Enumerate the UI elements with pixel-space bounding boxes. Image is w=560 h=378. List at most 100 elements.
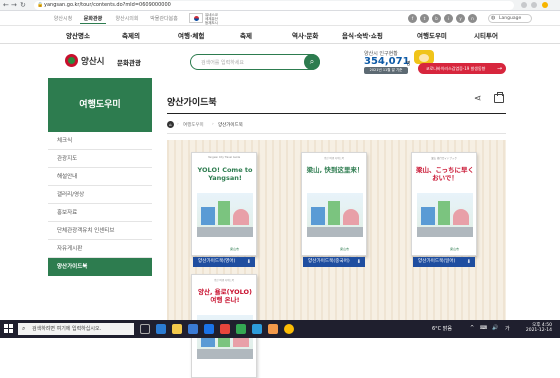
keyboard-icon[interactable]: ⌨	[480, 325, 487, 331]
windows-taskbar: ⌕ 검색하려면 여기에 입력하십시오. 6°C 맑음 ^ ⌨ 🔊 가 오후 4:…	[0, 320, 560, 338]
file-explorer-icon[interactable]	[172, 324, 182, 334]
utility-bar: 양산시청 문화관광 양산시의회 박물관다봄홈 유네스코 세계유산 등재도시 f …	[0, 11, 560, 26]
guidebook-title: 梁山、こっちに早くおいで！	[415, 166, 475, 182]
city-illustration	[197, 193, 253, 237]
download-icon: ⬇	[466, 259, 471, 265]
breadcrumb-item[interactable]: 여행도우미	[183, 122, 204, 128]
breadcrumb-item[interactable]: 양산가이드북	[218, 122, 243, 128]
title-divider	[167, 113, 506, 114]
mascot-icon	[414, 50, 434, 64]
store-icon[interactable]	[188, 324, 198, 334]
tray-chevron-icon[interactable]: ^	[470, 325, 474, 331]
volume-icon[interactable]: 🔊	[492, 325, 498, 331]
app-icon[interactable]	[220, 324, 230, 334]
population-date: 2021년 11월 말 기준	[364, 67, 408, 74]
guidebook-title: 梁山, 快到这里来！	[306, 166, 364, 174]
sidebar-item-gallery[interactable]: 갤러리/영상	[48, 186, 152, 204]
nav-item-city-tour[interactable]: 시티투어	[474, 30, 498, 40]
guidebook-title: 양산, 욜로(YOLO) 여행 온나!	[197, 288, 253, 304]
weather-widget[interactable]: 6°C 맑음	[432, 325, 452, 332]
nav-item-2[interactable]: 축제의	[122, 30, 140, 40]
korea-flag-icon	[189, 13, 203, 23]
download-button-chinese[interactable]: 양산가이드북(중국어) ⬇	[303, 257, 365, 267]
search-input[interactable]: 검색어를 입력하세요	[201, 59, 244, 66]
search-box: 검색어를 입력하세요 ⌕	[190, 54, 320, 70]
sidebar-item-promo[interactable]: 홍보자료	[48, 204, 152, 222]
profile-icon[interactable]	[531, 2, 537, 8]
util-tab-city[interactable]: 양산시청	[50, 14, 76, 24]
share-icon[interactable]: ⋖	[474, 94, 482, 104]
youtube-icon[interactable]: y	[456, 14, 465, 23]
facebook-icon[interactable]: f	[408, 14, 417, 23]
windows-start-icon[interactable]	[4, 324, 14, 334]
reload-icon[interactable]: ↻	[20, 1, 26, 10]
forward-icon[interactable]: →	[11, 1, 17, 10]
menu-icon[interactable]	[542, 2, 548, 8]
guidebook-cover[interactable]: 梁山 旅行ガイドブック 梁山、こっちに早くおいで！ 梁山市	[411, 152, 477, 256]
extension-icon[interactable]	[521, 2, 527, 8]
logo-name: 양산시	[81, 57, 105, 67]
city-illustration	[417, 193, 473, 237]
url-text: yangsan.go.kr/tour/contents.do?mId=06090…	[44, 2, 171, 8]
globe-icon: ◍	[491, 15, 496, 21]
app-icon[interactable]	[252, 324, 262, 334]
address-bar[interactable]: 🔒 yangsan.go.kr/tour/contents.do?mId=060…	[34, 1, 514, 10]
population-unit: 명	[406, 61, 411, 67]
sidebar-item-guidebook[interactable]: 양산가이드북	[48, 258, 152, 276]
nav-item-experience[interactable]: 여행·체험	[178, 30, 204, 40]
download-button-english[interactable]: 양산가이드북(영어) ⬇	[193, 257, 255, 267]
taskbar-search-input[interactable]: ⌕ 검색하려면 여기에 입력하십시오.	[18, 323, 134, 335]
city-illustration	[307, 193, 363, 237]
download-icon: ⬇	[246, 259, 251, 265]
unesco-badge: 유네스코 세계유산 등재도시	[205, 13, 218, 25]
util-tab-council[interactable]: 양산시의회	[112, 14, 142, 24]
sidebar-title: 여행도우미	[48, 78, 152, 132]
breadcrumb-divider	[167, 133, 506, 134]
mail-icon[interactable]	[204, 324, 214, 334]
edge-icon[interactable]	[156, 324, 166, 334]
page-title: 양산가이드북	[167, 98, 217, 108]
arrow-right-icon: →	[496, 65, 502, 72]
logo-subtitle: 문화관광	[117, 59, 141, 67]
nav-item-history[interactable]: 역사·문화	[292, 30, 318, 40]
logo-mark-icon	[65, 54, 78, 67]
app-icon[interactable]	[236, 324, 246, 334]
guidebook-title: YOLO! Come to Yangsan!	[197, 166, 253, 182]
nav-item-travel-helper[interactable]: 여행도우미	[417, 30, 447, 40]
main-nav: 양산명소 축제의 여행·체험 축제 역사·문화 음식·숙박·쇼핑 여행도우미 시…	[0, 26, 560, 44]
sidebar-item-board[interactable]: 자유게시판	[48, 240, 152, 258]
back-icon[interactable]: ←	[3, 1, 9, 10]
lock-icon: 🔒	[37, 2, 44, 8]
chrome-icon[interactable]	[284, 324, 294, 334]
print-icon[interactable]	[494, 92, 504, 103]
nav-item-festival[interactable]: 축제	[240, 30, 252, 40]
covid-banner-button[interactable]: 코로나바이러스감염증-19 발생동향 →	[418, 63, 506, 74]
nav-item-attractions[interactable]: 양산명소	[66, 30, 90, 40]
guidebook-cover[interactable]: 양산 여행 가이드북 梁山, 快到这里来！ 梁山市	[301, 152, 367, 256]
nav-item-food[interactable]: 음식·숙박·쇼핑	[342, 30, 383, 40]
task-view-icon[interactable]	[140, 324, 150, 334]
browser-toolbar: ← → ↻ 🔒 yangsan.go.kr/tour/contents.do?m…	[0, 0, 560, 11]
instagram-icon[interactable]: i	[444, 14, 453, 23]
util-tab-museum[interactable]: 박물관다봄홈	[146, 14, 182, 24]
sidebar-item-incentive[interactable]: 단체관광객유치 인센티브	[48, 222, 152, 240]
search-icon[interactable]: ⌕	[304, 54, 320, 70]
language-select[interactable]: ◍ Language	[488, 14, 532, 23]
guidebook-panel: Yangsan City Travel Guide YOLO! Come to …	[167, 140, 506, 378]
naver-icon[interactable]: n	[468, 14, 477, 23]
download-icon: ⬇	[356, 259, 361, 265]
download-button-japanese[interactable]: 양산가이드북(일어) ⬇	[413, 257, 475, 267]
clock[interactable]: 오후 4:50 2021-12-14	[520, 323, 552, 333]
guidebook-cover[interactable]: Yangsan City Travel Guide YOLO! Come to …	[191, 152, 257, 256]
util-tab-tourism[interactable]: 문화관광	[80, 14, 106, 24]
home-icon[interactable]: ⌂	[167, 121, 174, 128]
sidebar-item-map[interactable]: 관광지도	[48, 150, 152, 168]
search-icon: ⌕	[22, 325, 26, 332]
sidebar-item-guide[interactable]: 해설안내	[48, 168, 152, 186]
blog-icon[interactable]: b	[432, 14, 441, 23]
sidebar-item-check[interactable]: 체크식	[48, 132, 152, 150]
ime-indicator[interactable]: 가	[505, 325, 510, 332]
twitter-icon[interactable]: t	[420, 14, 429, 23]
app-icon[interactable]	[268, 324, 278, 334]
population-number: 354,071	[364, 56, 410, 67]
